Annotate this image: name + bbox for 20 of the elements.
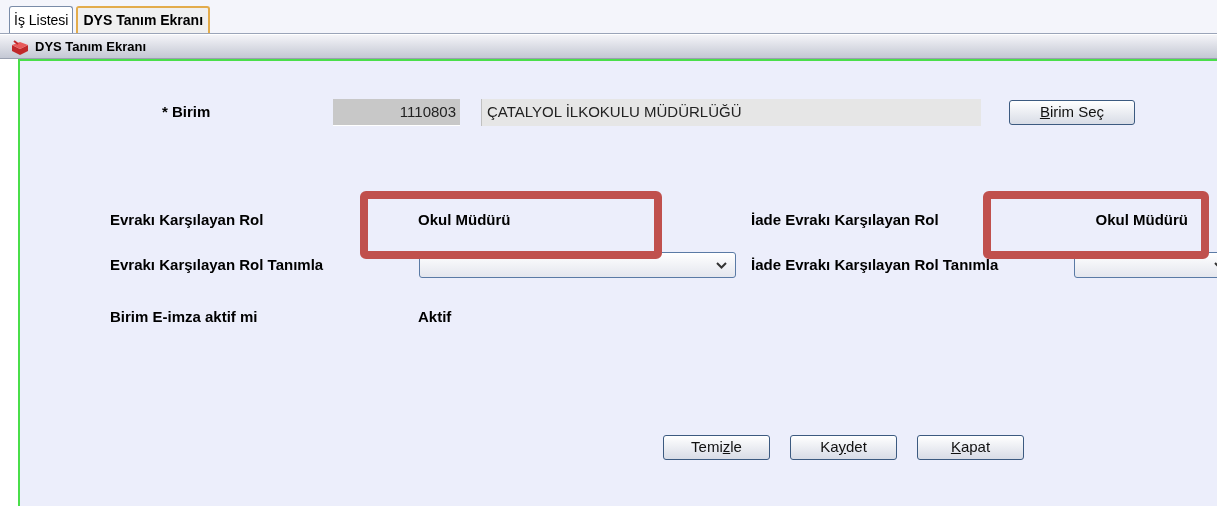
- field-label: Birim E-imza aktif mi: [109, 306, 259, 327]
- field-value: Okul Müdürü: [418, 209, 511, 230]
- action-button[interactable]: Kaydet: [790, 435, 897, 460]
- box-icon: [10, 38, 30, 55]
- action-button[interactable]: Kapat: [917, 435, 1024, 460]
- field-label: İade Evrakı Karşılayan Rol Tanımla: [751, 254, 1000, 275]
- field-label: Evrakı Karşılayan Rol: [109, 209, 265, 230]
- code-field[interactable]: 1110803: [333, 99, 460, 126]
- field-value: Okul Müdürü: [1095, 209, 1188, 230]
- tab[interactable]: DYS Tanım Ekranı: [76, 6, 211, 33]
- field-label: Evrakı Karşılayan Rol Tanımla: [109, 254, 325, 275]
- tab[interactable]: İş Listesi: [9, 6, 74, 33]
- field-value: Aktif: [418, 306, 452, 327]
- field-label: İade Evrakı Karşılayan Rol: [751, 209, 940, 230]
- field-label: * Birim: [161, 102, 212, 123]
- name-field[interactable]: ÇATALYOL İLKOKULU MÜDÜRLÜĞÜ: [481, 99, 981, 126]
- action-button[interactable]: Temizle: [663, 435, 770, 460]
- select-unit-button[interactable]: Birim Seç: [1009, 100, 1135, 125]
- window-title: DYS Tanım Ekranı: [35, 37, 146, 56]
- chevron-down-icon: [716, 261, 727, 269]
